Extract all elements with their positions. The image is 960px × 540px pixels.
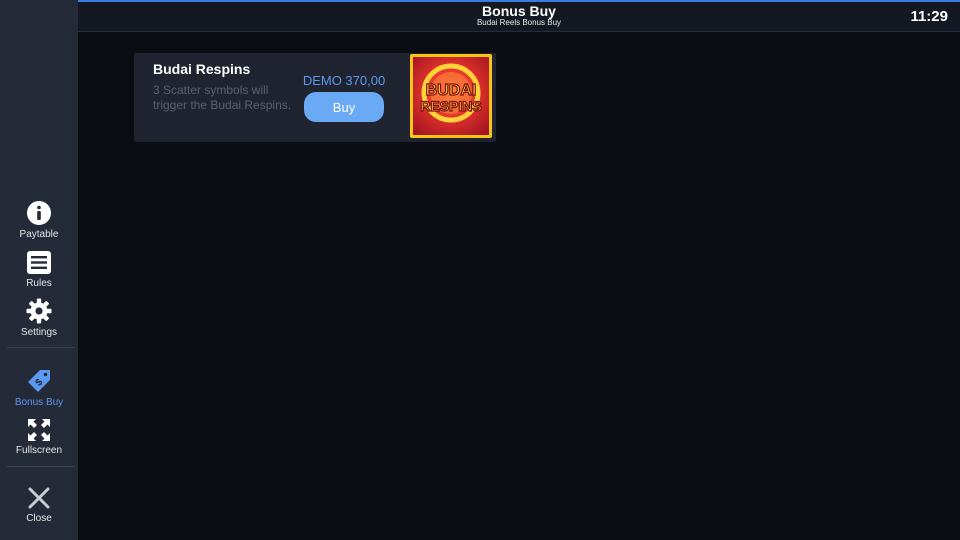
- sidebar-item-label: Paytable: [19, 229, 59, 240]
- sidebar-item-label: Rules: [26, 278, 52, 289]
- bonus-card: Budai Respins 3 Scatter symbols will tri…: [134, 53, 496, 142]
- bonus-image-text-bottom: RESPINS: [420, 98, 481, 114]
- sidebar-item-fullscreen[interactable]: Fullscreen: [0, 418, 78, 456]
- close-icon: [28, 487, 50, 509]
- sidebar-item-label: Settings: [20, 327, 58, 338]
- sidebar-divider: [7, 347, 75, 348]
- page-subtitle: Budai Reels Bonus Buy: [476, 18, 562, 27]
- sidebar-item-label: Fullscreen: [15, 445, 63, 456]
- sidebar: Paytable Rules Settings $ Bonus Buy Full…: [0, 0, 78, 540]
- sidebar-item-rules[interactable]: Rules: [0, 250, 78, 289]
- sidebar-item-label: Close: [26, 513, 52, 524]
- rules-list-icon: [27, 251, 51, 274]
- page-title: Bonus Buy: [482, 3, 556, 19]
- price-tag-icon: $: [28, 370, 50, 392]
- bonus-image[interactable]: BUDAI RESPINS: [410, 54, 492, 138]
- gear-icon: [26, 298, 52, 324]
- coin-emblem-icon: BUDAI RESPINS: [420, 63, 482, 123]
- sidebar-item-paytable[interactable]: Paytable: [0, 200, 78, 240]
- sidebar-divider: [7, 466, 75, 467]
- buy-button[interactable]: Buy: [304, 92, 384, 122]
- sidebar-item-close[interactable]: Close: [0, 486, 78, 524]
- bonus-price: DEMO 370,00: [302, 73, 386, 88]
- sidebar-item-settings[interactable]: Settings: [0, 298, 78, 338]
- info-icon: [27, 201, 51, 225]
- sidebar-item-label: Bonus Buy: [14, 397, 64, 408]
- header-bar: Bonus Buy Budai Reels Bonus Buy 11:29: [78, 2, 960, 32]
- sidebar-item-bonus-buy[interactable]: $ Bonus Buy: [0, 368, 78, 408]
- clock: 11:29: [910, 8, 948, 25]
- bonus-title: Budai Respins: [153, 61, 251, 77]
- bonus-image-text-top: BUDAI: [426, 82, 477, 99]
- bonus-description: 3 Scatter symbols will trigger the Budai…: [153, 83, 292, 112]
- fullscreen-icon: [28, 419, 50, 441]
